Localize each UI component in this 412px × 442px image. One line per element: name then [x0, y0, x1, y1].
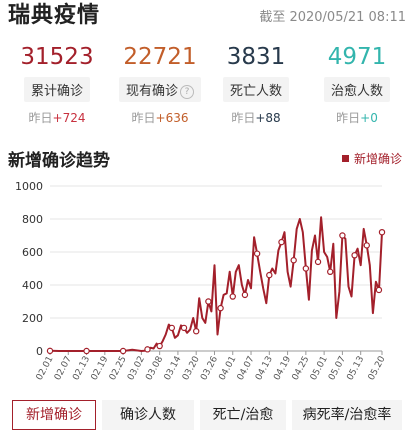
data-point: [266, 271, 273, 279]
stat-cumulative-confirmed: 31523 累计确诊 昨日+724: [12, 42, 102, 126]
section-title: 新增确诊趋势: [8, 151, 110, 171]
data-point: [156, 342, 163, 350]
legend-label: 新增确诊: [353, 152, 402, 166]
data-point: [378, 229, 386, 236]
stat-value: 3831: [226, 44, 286, 70]
stat-label-text: 治愈人数: [330, 84, 383, 99]
y-tick-label: 1000: [15, 180, 43, 193]
stat-delta: 昨日+88: [211, 109, 301, 126]
data-point: [205, 298, 212, 305]
x-tick-label: 05.13: [345, 355, 366, 382]
tab-label: 新增确诊: [26, 407, 82, 423]
tab-label: 病死率/治愈率: [302, 407, 392, 423]
help-icon[interactable]: ?: [180, 85, 194, 99]
y-tick-label: 600: [22, 246, 43, 259]
delta-value: +636: [155, 111, 189, 125]
page-title: 瑞典疫情: [8, 3, 101, 28]
stat-delta: 昨日+0: [312, 109, 402, 126]
data-point: [339, 232, 346, 239]
tab-new-confirmed[interactable]: 新增确诊: [12, 400, 96, 430]
as-of-timestamp: 截至 2020/05/21 08:11: [259, 10, 406, 25]
delta-value: +724: [52, 111, 86, 125]
data-point: [119, 347, 127, 355]
tab-rates[interactable]: 病死率/治愈率: [292, 400, 402, 430]
chart-tabs: 新增确诊 确诊人数 死亡/治愈 病死率/治愈率: [12, 400, 402, 430]
stat-label[interactable]: 现有确诊?: [118, 77, 201, 102]
data-point: [180, 324, 188, 332]
stat-deaths: 3831 死亡人数 昨日+88: [211, 42, 301, 126]
delta-value: +0: [360, 111, 378, 125]
stat-current-confirmed: 22721 现有确诊? 昨日+636: [110, 42, 210, 126]
chart-legend[interactable]: 新增确诊: [341, 150, 402, 167]
data-point: [193, 327, 200, 335]
delta-prefix: 昨日: [336, 111, 361, 125]
stats-row: 31523 累计确诊 昨日+724 22721 现有确诊? 昨日+636 383…: [0, 42, 412, 128]
data-point: [327, 268, 334, 276]
stat-delta: 昨日+636: [110, 109, 210, 126]
data-point: [351, 252, 358, 259]
data-point: [290, 257, 297, 264]
stat-recovered: 4971 治愈人数 昨日+0: [312, 42, 402, 126]
delta-prefix: 昨日: [131, 111, 156, 125]
series-line: [49, 216, 383, 352]
data-point: [363, 242, 370, 249]
data-point: [253, 250, 261, 257]
data-point: [241, 291, 249, 299]
data-point: [168, 324, 176, 332]
trend-chart: 0200400600800100002.0102.0702.1302.1902.…: [15, 180, 388, 382]
data-point: [314, 258, 322, 266]
stat-delta: 昨日+724: [12, 109, 102, 126]
data-point: [229, 293, 236, 300]
delta-prefix: 昨日: [231, 111, 256, 125]
delta-value: +88: [255, 111, 281, 125]
delta-prefix: 昨日: [28, 111, 53, 125]
stat-value: 31523: [20, 44, 94, 70]
tab-confirmed-total[interactable]: 确诊人数: [102, 400, 194, 430]
data-point: [375, 286, 383, 294]
data-point: [217, 304, 224, 312]
tab-deaths-recovered[interactable]: 死亡/治愈: [200, 400, 286, 430]
stat-label-text: 死亡人数: [229, 84, 282, 99]
stat-label: 死亡人数: [222, 77, 289, 102]
header: 瑞典疫情 截至 2020/05/21 08:11: [0, 0, 412, 30]
data-point: [46, 347, 54, 355]
y-tick-label: 0: [36, 345, 43, 358]
x-tick-label: 05.20: [367, 354, 388, 382]
stat-label-text: 现有确诊: [125, 84, 178, 99]
data-point: [83, 347, 90, 355]
stat-label-text: 累计确诊: [30, 84, 83, 99]
data-point: [278, 238, 285, 246]
y-tick-label: 400: [22, 279, 43, 292]
tab-label: 死亡/治愈: [212, 407, 274, 423]
stat-value: 4971: [327, 44, 387, 70]
stat-value: 22721: [123, 44, 197, 70]
data-point: [302, 265, 310, 272]
stat-label: 累计确诊: [23, 77, 90, 102]
legend-swatch: [341, 155, 349, 162]
y-tick-label: 800: [22, 213, 43, 226]
tab-label: 确诊人数: [120, 407, 176, 423]
data-point: [144, 346, 151, 353]
stat-label: 治愈人数: [323, 77, 390, 102]
y-tick-label: 200: [22, 312, 43, 325]
